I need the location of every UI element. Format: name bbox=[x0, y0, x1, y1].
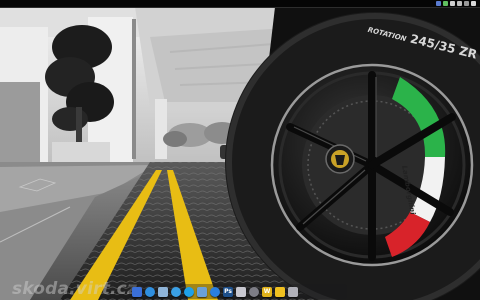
dock-item-label: Ps bbox=[224, 287, 232, 295]
safari-icon[interactable] bbox=[145, 286, 155, 297]
system-tray bbox=[436, 0, 476, 7]
dock-item-label: W bbox=[263, 287, 271, 295]
word-icon[interactable]: W bbox=[262, 286, 272, 297]
desktop[interactable]: ROTATION 245/35 ZR Lamborghini skoda.virt… bbox=[0, 7, 480, 300]
mail-icon[interactable] bbox=[158, 286, 168, 297]
wifi-icon[interactable] bbox=[457, 1, 462, 6]
menu-bar bbox=[0, 0, 480, 8]
photoshop-icon[interactable]: Ps bbox=[223, 286, 233, 297]
spotlight-icon[interactable] bbox=[471, 1, 476, 6]
preview-icon[interactable] bbox=[236, 286, 246, 297]
status-icon[interactable] bbox=[443, 1, 448, 6]
dock: Ps W bbox=[129, 284, 347, 299]
app-store-icon[interactable] bbox=[210, 286, 220, 297]
clock-icon[interactable] bbox=[464, 1, 469, 6]
menu-extra-icon[interactable] bbox=[436, 1, 441, 6]
finder-icon[interactable] bbox=[132, 286, 142, 297]
trash-icon[interactable] bbox=[288, 286, 298, 297]
itunes-icon[interactable] bbox=[171, 286, 181, 297]
system-preferences-icon[interactable] bbox=[249, 286, 259, 297]
skype-icon[interactable] bbox=[184, 286, 194, 297]
facetime-icon[interactable] bbox=[197, 286, 207, 297]
volume-icon[interactable] bbox=[450, 1, 455, 6]
wallpaper bbox=[0, 7, 480, 300]
watermark: skoda.virt.cz bbox=[12, 279, 138, 299]
keys-icon[interactable] bbox=[275, 286, 285, 297]
